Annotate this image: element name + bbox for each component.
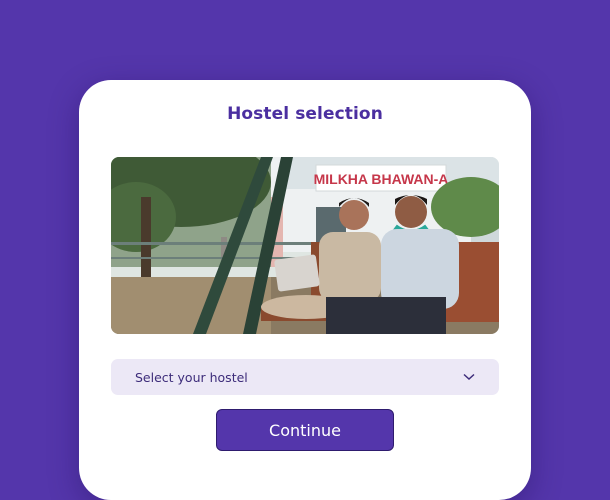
- building-sign: MILKHA BHAWAN-A: [314, 171, 449, 187]
- chevron-down-icon: [463, 373, 475, 381]
- page-title: Hostel selection: [227, 104, 383, 124]
- continue-button[interactable]: Continue: [216, 409, 394, 451]
- hostel-photo: MILKHA BHAWAN-A: [111, 157, 499, 334]
- hostel-select-placeholder: Select your hostel: [135, 369, 248, 385]
- hostel-select[interactable]: Select your hostel: [111, 359, 499, 395]
- hostel-selection-card: Hostel selection MILKHA BHAWAN-A Select …: [79, 80, 531, 500]
